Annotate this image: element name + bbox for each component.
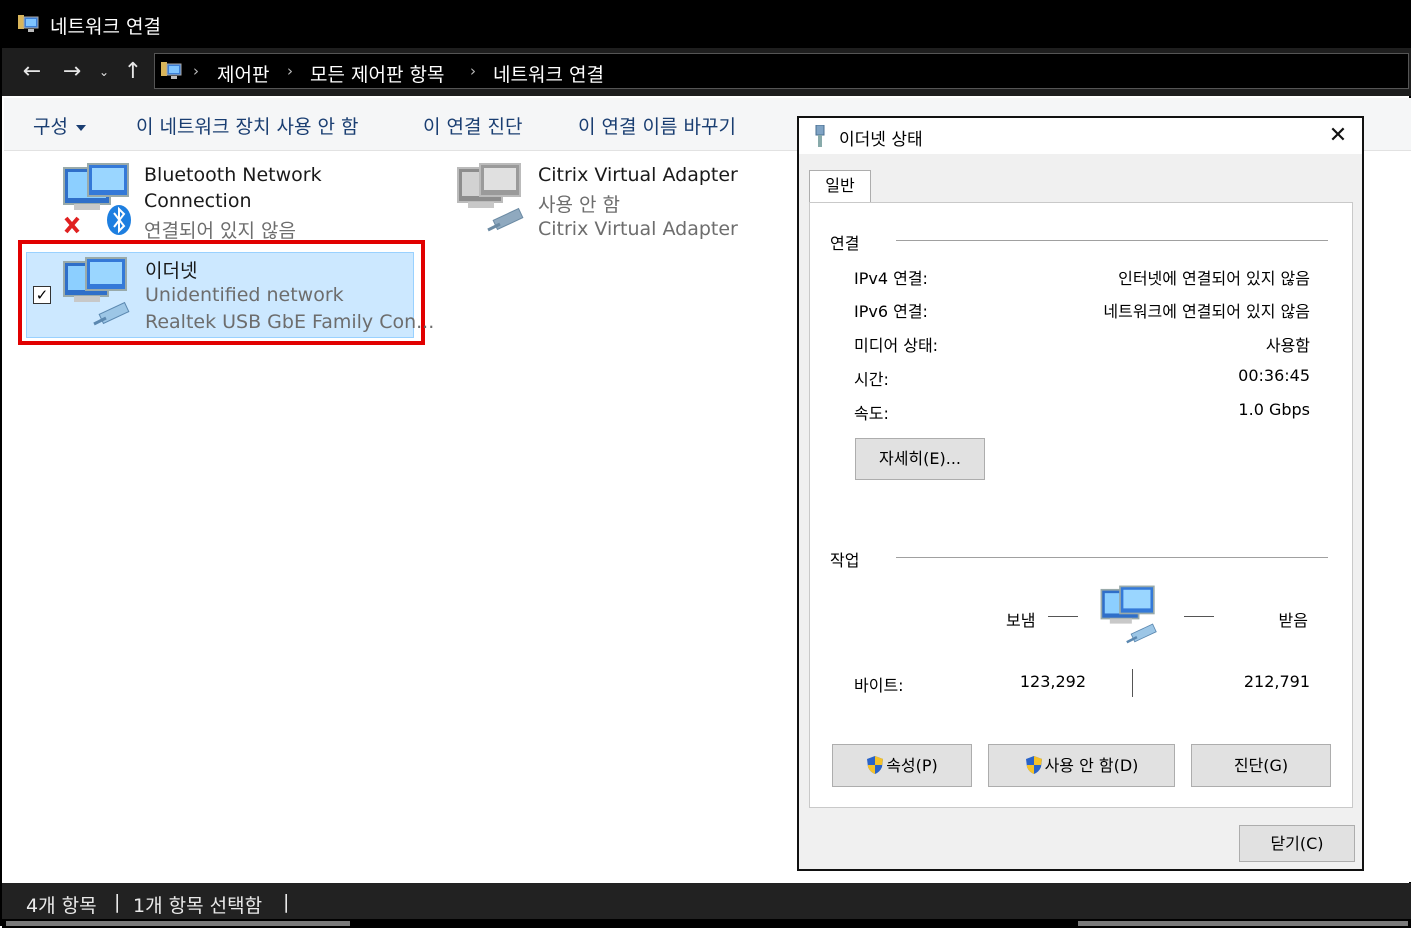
- close-button[interactable]: 닫기(C): [1239, 825, 1355, 862]
- item-checkbox[interactable]: ✓: [33, 286, 51, 304]
- sent-line: [1048, 616, 1078, 617]
- scrollbar-track: [1078, 921, 1408, 926]
- ipv6-value: 네트워크에 연결되어 있지 않음: [1103, 302, 1310, 321]
- window-title: 네트워크 연결: [50, 16, 161, 38]
- connection-item-citrix[interactable]: Citrix Virtual Adapter 사용 안 함 Citrix Vir…: [454, 160, 754, 244]
- network-activity-icon: [1100, 585, 1157, 644]
- media-state-value: 사용함: [1265, 336, 1310, 355]
- caret-down-icon: [75, 124, 86, 131]
- properties-button[interactable]: 속성(P): [832, 744, 972, 787]
- selected-count: 1개 항목 선택함: [133, 895, 263, 917]
- diagnose-button[interactable]: 진단(G): [1191, 744, 1331, 787]
- breadcrumb-separator: ›: [193, 62, 199, 80]
- diagnose-connection-button[interactable]: 이 연결 진단: [423, 112, 522, 139]
- organize-label: 구성: [33, 116, 68, 138]
- address-bar[interactable]: › 제어판 › 모든 제어판 항목 › 네트워크 연결: [154, 53, 1409, 89]
- ethernet-network-icon: [63, 257, 130, 326]
- up-button[interactable]: ↑: [119, 58, 147, 86]
- connection-name-line2: Connection: [144, 190, 252, 212]
- status-separator: |: [114, 891, 121, 913]
- duration-value: 00:36:45: [1238, 366, 1310, 385]
- bytes-sent-value: 123,292: [1019, 672, 1086, 691]
- connection-status: 사용 안 함: [538, 194, 620, 216]
- disable-device-button[interactable]: 이 네트워크 장치 사용 안 함: [136, 112, 358, 139]
- uac-shield-icon: [867, 756, 884, 774]
- breadcrumb-separator: ›: [287, 62, 293, 80]
- connection-item-bluetooth[interactable]: Bluetooth Network Connection 연결되어 있지 않음: [58, 160, 358, 244]
- sent-label: 보냄: [1006, 611, 1036, 630]
- connection-name: Bluetooth Network: [144, 164, 322, 186]
- connection-status: 연결되어 있지 않음: [144, 220, 296, 242]
- bytes-received-value: 212,791: [1243, 672, 1310, 691]
- disable-label: 사용 안 함(D): [1044, 756, 1139, 775]
- breadcrumb-network-connections[interactable]: 네트워크 연결: [493, 60, 604, 87]
- details-button[interactable]: 자세히(E)...: [855, 438, 985, 480]
- horizontal-scrollbar[interactable]: [2, 919, 1411, 928]
- control-panel-icon: [161, 62, 182, 79]
- connection-name: Citrix Virtual Adapter: [538, 164, 738, 186]
- uac-shield-icon: [1025, 756, 1042, 774]
- item-count: 4개 항목: [26, 895, 97, 917]
- dialog-title-bar: 이더넷 상태 ✕: [799, 118, 1362, 154]
- connection-device: Realtek USB GbE Family Con...: [145, 311, 435, 333]
- media-state-label: 미디어 상태:: [854, 336, 939, 355]
- back-button[interactable]: ←: [18, 58, 46, 86]
- navigation-bar: ← → ⌄ ↑ › 제어판 › 모든 제어판 항목 › 네트워크 연결: [2, 48, 1411, 96]
- organize-menu[interactable]: 구성: [33, 112, 86, 139]
- disable-button[interactable]: 사용 안 함(D): [988, 744, 1175, 787]
- connection-device: Citrix Virtual Adapter: [538, 218, 738, 240]
- received-label: 받음: [1278, 611, 1308, 630]
- bytes-divider: [1132, 669, 1133, 697]
- general-tab-panel: 연결 IPv4 연결: 인터넷에 연결되어 있지 않음 IPv6 연결: 네트워…: [809, 202, 1353, 808]
- breadcrumb-all-items[interactable]: 모든 제어판 항목: [310, 60, 444, 87]
- connection-group-label: 연결: [830, 230, 866, 254]
- group-divider: [896, 557, 1328, 558]
- received-line: [1184, 616, 1214, 617]
- ipv4-value: 인터넷에 연결되어 있지 않음: [1118, 269, 1310, 288]
- rename-connection-button[interactable]: 이 연결 이름 바꾸기: [578, 112, 736, 139]
- ipv4-label: IPv4 연결:: [854, 269, 928, 288]
- ethernet-plug-icon: [815, 125, 825, 147]
- activity-group-label: 작업: [830, 547, 866, 571]
- bluetooth-network-icon: [63, 163, 131, 235]
- forward-button[interactable]: →: [58, 58, 86, 86]
- connection-name: 이더넷: [145, 260, 198, 282]
- connection-status: Unidentified network: [145, 284, 344, 306]
- title-bar: 네트워크 연결: [2, 2, 1411, 48]
- speed-value: 1.0 Gbps: [1238, 400, 1310, 419]
- duration-label: 시간:: [854, 370, 889, 389]
- scrollbar-track: [6, 921, 350, 926]
- explorer-window: 네트워크 연결 ← → ⌄ ↑ › 제어판 › 모든 제어판 항목 › 네트워크…: [0, 0, 1411, 928]
- bytes-label: 바이트:: [854, 676, 904, 695]
- recent-locations-button[interactable]: ⌄: [90, 58, 118, 86]
- tab-general[interactable]: 일반: [809, 170, 871, 203]
- breadcrumb-separator: ›: [470, 62, 476, 80]
- group-divider: [896, 240, 1328, 241]
- close-icon[interactable]: ✕: [1324, 122, 1352, 150]
- breadcrumb-control-panel[interactable]: 제어판: [217, 60, 269, 87]
- ethernet-status-dialog: 이더넷 상태 ✕ 일반 연결 IPv4 연결: 인터넷에 연결되어 있지 않음 …: [797, 116, 1364, 871]
- connection-item-ethernet[interactable]: 이더넷 Unidentified network Realtek USB GbE…: [60, 254, 434, 338]
- speed-label: 속도:: [854, 404, 889, 423]
- status-separator: |: [283, 891, 290, 913]
- network-connections-icon: [18, 15, 39, 32]
- properties-label: 속성(P): [886, 756, 938, 775]
- dialog-title: 이더넷 상태: [839, 130, 923, 150]
- disabled-network-icon: [457, 163, 524, 232]
- ipv6-label: IPv6 연결:: [854, 302, 928, 321]
